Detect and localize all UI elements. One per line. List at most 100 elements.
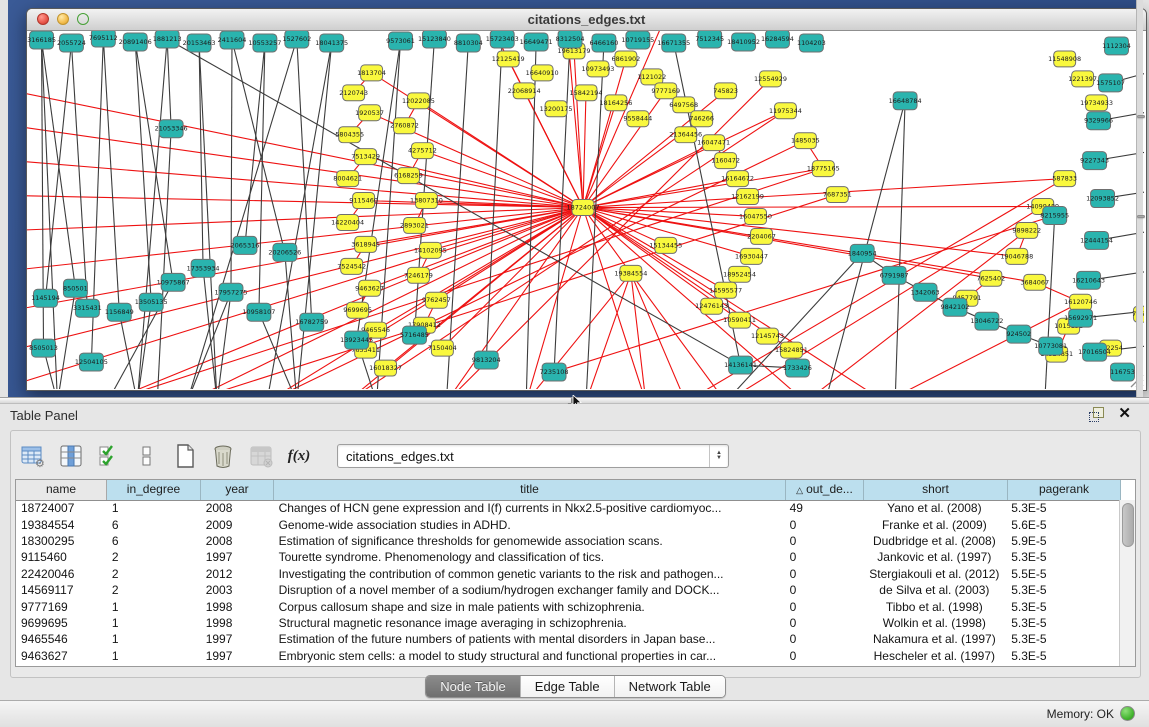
graph-node-teal[interactable]: 21053346 (155, 120, 188, 138)
graph-node-teal[interactable]: 1342063 (911, 283, 940, 301)
graph-node-teal[interactable]: 16649471 (520, 33, 553, 51)
graph-node-yellow[interactable]: 15842194 (570, 85, 603, 101)
graph-node-yellow[interactable]: 12125419 (492, 51, 525, 67)
close-panel-icon[interactable]: ✕ (1118, 407, 1131, 421)
graph-node-yellow[interactable]: 15824851 (775, 342, 808, 358)
graph-node-teal[interactable]: 15692971 (1064, 309, 1097, 327)
select-columns-icon[interactable] (57, 442, 85, 470)
graph-node-yellow[interactable]: 2893021 (400, 217, 429, 233)
graph-node-teal[interactable]: 2411604 (218, 31, 247, 49)
graph-node-yellow[interactable]: 9898222 (1012, 222, 1041, 238)
graph-node-teal[interactable]: 10975867 (157, 273, 190, 291)
graph-node-yellow[interactable]: 3618945 (351, 236, 380, 252)
graph-node-teal[interactable]: 8505013 (29, 339, 58, 357)
tab-edge-table[interactable]: Edge Table (521, 676, 615, 697)
graph-node-teal[interactable]: 1145194 (31, 289, 60, 307)
table-row[interactable]: 969969511998Structural magnetic resonanc… (16, 615, 1119, 631)
table-row[interactable]: 1872400712008Changes of HCN gene express… (16, 500, 1119, 516)
graph-node-teal[interactable]: 6791987 (880, 266, 909, 284)
column-header-name[interactable]: name (16, 480, 107, 500)
graph-node-teal[interactable]: 12093852 (1086, 190, 1119, 208)
graph-node-yellow[interactable]: 16047550 (739, 209, 772, 225)
import-table-icon[interactable] (247, 442, 275, 470)
graph-node-teal[interactable]: 12444154 (1080, 231, 1113, 249)
table-settings-icon[interactable]: ⚙ (19, 442, 47, 470)
graph-node-yellow[interactable]: 9699695 (343, 302, 372, 318)
graph-node-yellow[interactable]: 22068914 (508, 83, 541, 99)
graph-node-yellow[interactable]: 14595577 (709, 282, 742, 298)
float-panel-icon[interactable] (1089, 407, 1104, 421)
graph-node-teal[interactable]: 1840954 (848, 244, 877, 262)
graph-node-yellow[interactable]: 745823 (713, 83, 738, 99)
graph-node-yellow[interactable]: 9115460 (349, 193, 378, 209)
graph-node-teal[interactable]: 16671355 (657, 34, 690, 52)
graph-node-yellow[interactable]: 12476143 (695, 298, 728, 314)
table-row[interactable]: 946554611997Estimation of the future num… (16, 631, 1119, 647)
network-view-window[interactable]: citations_edges.txt 18724007181370421207… (26, 8, 1147, 391)
graph-node-teal[interactable]: 1575107 (1096, 74, 1125, 92)
graph-node-yellow[interactable]: 19046788 (1000, 248, 1033, 264)
graph-node-yellow[interactable]: 746266 (689, 111, 714, 127)
graph-node-teal[interactable]: 3315431 (73, 299, 102, 317)
graph-node-teal[interactable]: 17016504 (1078, 343, 1111, 361)
graph-node-yellow[interactable]: 16018327 (369, 360, 402, 376)
network-canvas[interactable]: 1872400718137042120743192053758043557513… (27, 31, 1146, 390)
graph-node-teal[interactable]: 10553257 (248, 34, 281, 52)
graph-node-yellow[interactable]: 12162199 (731, 189, 764, 205)
graph-node-yellow[interactable]: 18952454 (723, 266, 756, 282)
table-row[interactable]: 977716911998Corpus callosum shape and si… (16, 598, 1119, 614)
memory-status-icon[interactable] (1120, 706, 1135, 721)
graph-node-yellow[interactable]: 2760872 (390, 118, 419, 134)
graph-node-teal[interactable]: 20153463 (183, 34, 216, 52)
graph-node-teal[interactable]: 8312504 (556, 31, 585, 48)
column-header-out_de[interactable]: △out_de... (786, 480, 864, 500)
graph-node-teal[interactable]: 6466160 (590, 34, 619, 52)
graph-node-teal[interactable]: 1733426 (783, 359, 812, 377)
graph-node-teal[interactable]: 13505135 (135, 293, 168, 311)
graph-node-teal[interactable]: 3166185 (27, 31, 56, 49)
column-header-pagerank[interactable]: pagerank (1008, 480, 1121, 500)
row-height-icon[interactable] (133, 442, 161, 470)
graph-node-yellow[interactable]: 13200175 (540, 101, 573, 117)
graph-node-teal[interactable]: 1156849 (105, 303, 134, 321)
graph-node-teal[interactable]: 13046722 (970, 312, 1003, 330)
graph-node-teal[interactable]: 10958107 (242, 303, 275, 321)
column-header-in_degree[interactable]: in_degree (107, 480, 201, 500)
new-table-icon[interactable] (171, 442, 199, 470)
graph-node-teal[interactable]: 14136141 (724, 356, 757, 374)
graph-node-teal[interactable]: 8215955 (1040, 207, 1069, 225)
column-header-year[interactable]: year (201, 480, 274, 500)
graph-node-yellow[interactable]: 3684067 (1020, 274, 1049, 290)
graph-node-teal[interactable]: 10773081 (1034, 337, 1067, 355)
select-rows-icon[interactable] (95, 442, 123, 470)
table-row[interactable]: 2242004622012Investigating the contribut… (16, 566, 1119, 582)
graph-node-yellow[interactable]: 7625402 (976, 270, 1005, 286)
graph-node-teal[interactable]: 15123840 (418, 31, 451, 48)
graph-node-yellow[interactable]: 19384554 (614, 265, 647, 281)
graph-node-teal[interactable]: 924502 (1006, 325, 1031, 343)
graph-node-yellow[interactable]: 12554929 (754, 71, 787, 87)
graph-node-teal[interactable]: 1527602 (282, 31, 311, 48)
graph-node-teal[interactable]: 7235108 (540, 363, 569, 381)
table-row[interactable]: 1830029562008Estimation of significance … (16, 533, 1119, 549)
graph-node-yellow[interactable]: 5804355 (335, 127, 364, 143)
graph-node-yellow[interactable]: 1221397 (1068, 71, 1097, 87)
graph-node-teal[interactable]: 7512345 (695, 31, 724, 48)
graph-node-yellow[interactable]: 6168259 (394, 168, 423, 184)
graph-node-yellow[interactable]: 16930447 (735, 248, 768, 264)
graph-node-yellow[interactable]: 9558444 (623, 111, 652, 127)
graph-node-teal[interactable]: 17353934 (187, 259, 220, 277)
graph-node-yellow[interactable]: 13807310 (410, 193, 443, 209)
graph-node-teal[interactable]: 8810304 (454, 34, 483, 52)
graph-node-yellow[interactable]: 18775165 (807, 161, 840, 177)
graph-node-teal[interactable]: 16210643 (1072, 271, 1105, 289)
tab-node-table[interactable]: Node Table (426, 676, 521, 697)
graph-node-teal[interactable]: 1881213 (153, 31, 182, 48)
graph-node-yellow[interactable]: 14102095 (414, 242, 447, 258)
graph-node-teal[interactable]: 9329966 (1084, 112, 1113, 130)
table-row[interactable]: 1456911722003Disruption of a novel membe… (16, 582, 1119, 598)
graph-node-teal[interactable]: 20206526 (268, 243, 301, 261)
delete-table-icon[interactable] (209, 442, 237, 470)
graph-node-teal[interactable]: 850501 (63, 279, 88, 297)
graph-node-yellow[interactable]: 1813704 (357, 65, 386, 81)
